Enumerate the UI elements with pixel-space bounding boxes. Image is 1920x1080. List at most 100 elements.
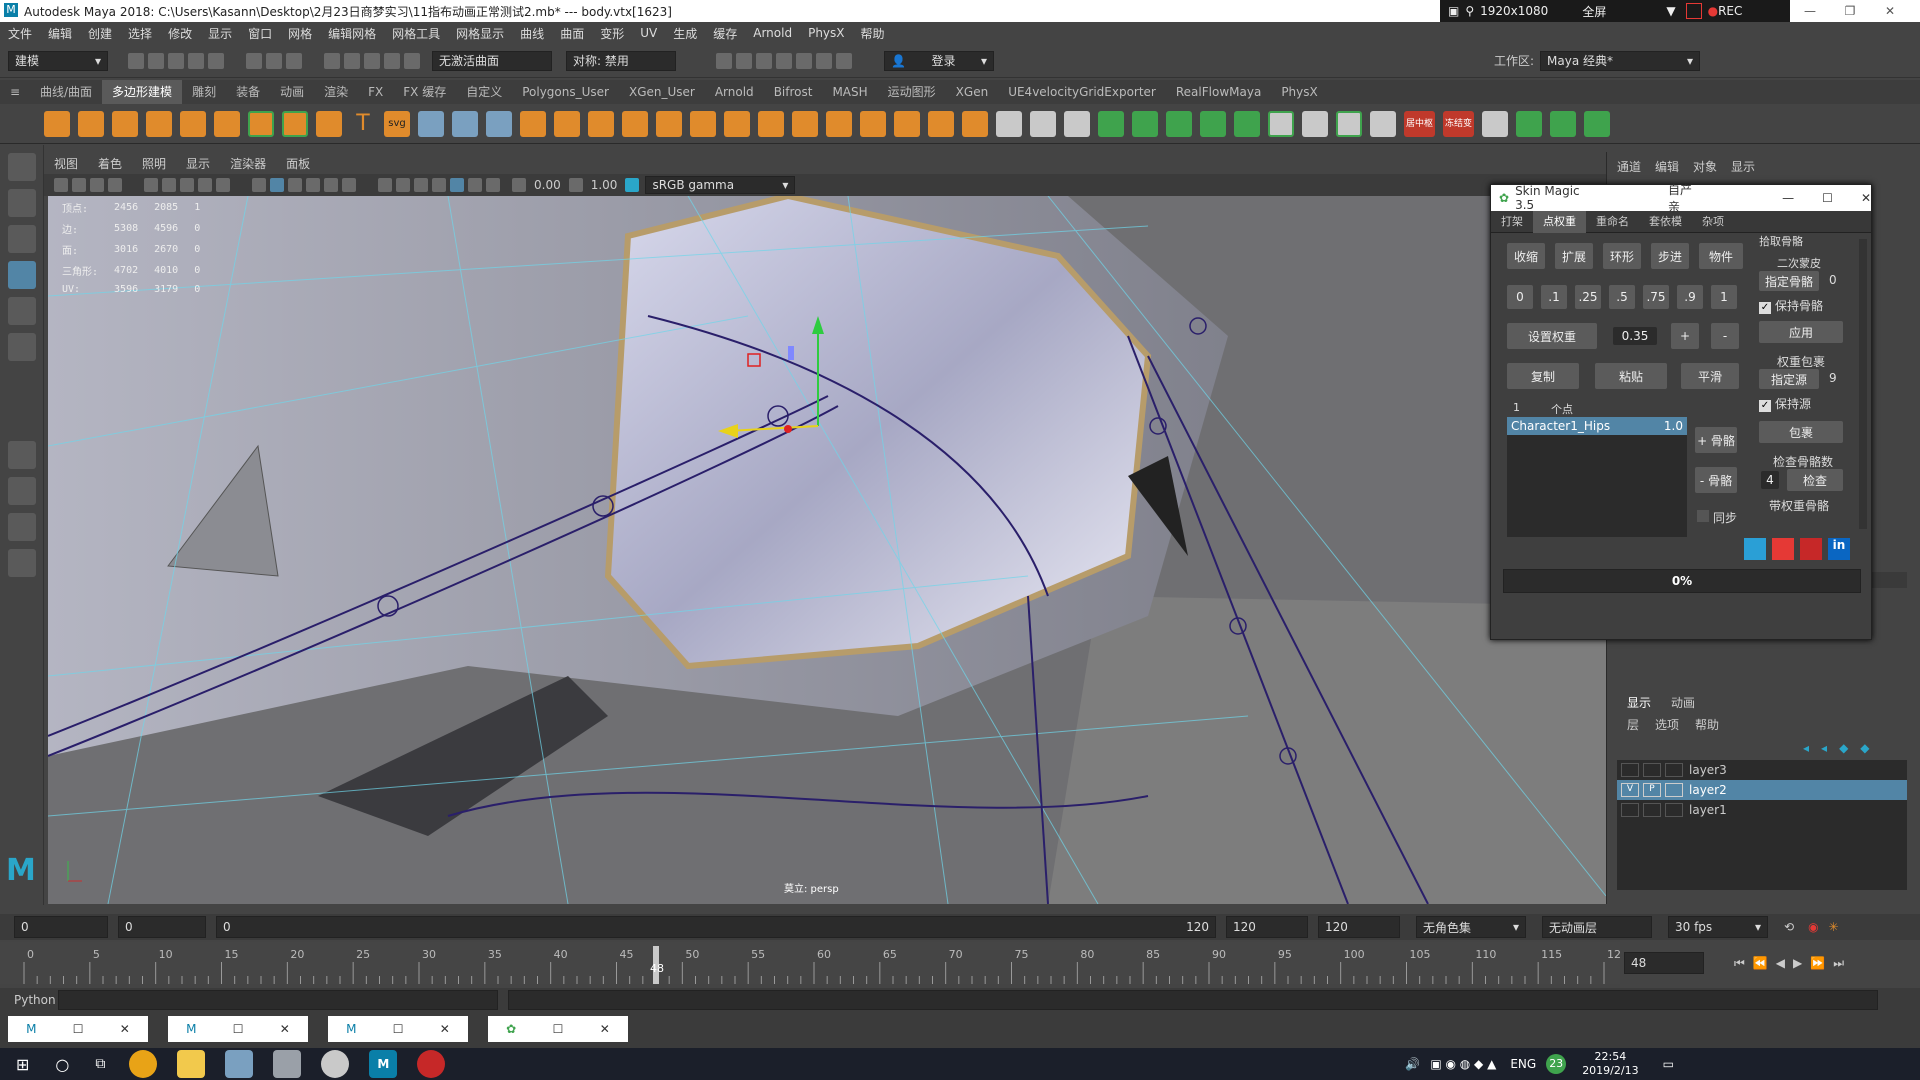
- restore-icon[interactable]: ☐: [73, 1022, 84, 1036]
- knife-icon[interactable]: [1064, 110, 1090, 137]
- super-shape-icon[interactable]: [316, 110, 342, 137]
- shadows-icon[interactable]: [378, 178, 392, 192]
- skin-magic-titlebar[interactable]: ✿ Skin Magic 3.5 自产亲 — ☐ ✕: [1491, 183, 1871, 214]
- snap-view-icon[interactable]: [384, 52, 400, 69]
- viewport-persp[interactable]: 顶点: 2456 2085 1 边: 5308 4596 0 面: 3016 2670 0 三角形…: [48, 196, 1606, 904]
- bridge-icon[interactable]: [826, 110, 852, 137]
- gamma-icon[interactable]: [568, 178, 583, 192]
- task-view-icon[interactable]: ⧉: [95, 1056, 105, 1072]
- weight-01-button[interactable]: .1: [1541, 285, 1567, 309]
- rotate-tool-icon[interactable]: [7, 297, 36, 325]
- save-scene-icon[interactable]: [168, 52, 184, 69]
- current-frame-field[interactable]: 48: [1624, 952, 1704, 974]
- joint-icon[interactable]: [1302, 110, 1328, 137]
- default-material-icon[interactable]: [288, 178, 302, 192]
- backface-icon[interactable]: [486, 178, 500, 192]
- bookmark-icon[interactable]: [90, 178, 104, 192]
- weighted-bones-label[interactable]: 带权重骨骼: [1769, 497, 1829, 514]
- playback-start-field[interactable]: 0: [118, 916, 206, 938]
- center-pivot-button[interactable]: 居中枢: [1404, 110, 1436, 137]
- menu-item[interactable]: 帮助: [853, 25, 893, 42]
- xray-joints-icon[interactable]: [468, 178, 482, 192]
- snap-grid-icon[interactable]: [324, 52, 340, 69]
- color-management-icon[interactable]: [625, 178, 640, 192]
- snap-point-icon[interactable]: [364, 52, 380, 69]
- shelf-tab[interactable]: 自定义: [456, 80, 512, 104]
- restore-icon[interactable]: ❐: [1830, 4, 1870, 18]
- redo-icon[interactable]: [208, 52, 224, 69]
- minimize-icon[interactable]: —: [1790, 4, 1830, 18]
- anim-prefs-icon[interactable]: ✳: [1829, 920, 1839, 934]
- anim-end-field[interactable]: 120: [1318, 916, 1400, 938]
- loop-icon[interactable]: ⟲: [1784, 920, 1794, 934]
- set-weight-button[interactable]: 设置权重: [1507, 323, 1597, 349]
- record-area-icon[interactable]: [1685, 3, 1702, 19]
- auto-key-icon[interactable]: ◉: [1808, 920, 1818, 934]
- bilibili-icon[interactable]: [1744, 538, 1766, 560]
- tray-icons[interactable]: ▣ ◉ ◍ ◆ ▲: [1430, 1057, 1496, 1071]
- freeze-transform-button[interactable]: 冻结变: [1443, 110, 1475, 137]
- smooth-icon[interactable]: [622, 110, 648, 137]
- keep-bone-checkbox[interactable]: ✓ 保持骨骼: [1759, 297, 1823, 314]
- layer-row-selected[interactable]: V P layer2: [1617, 780, 1907, 800]
- minimized-window[interactable]: M ☐ ✕: [8, 1016, 148, 1042]
- menu-item[interactable]: 修改: [160, 25, 200, 42]
- shelf-tab-active[interactable]: 多边形建模: [102, 80, 183, 104]
- weight-09-button[interactable]: .9: [1677, 285, 1703, 309]
- select-component-icon[interactable]: [286, 52, 302, 69]
- xray-icon[interactable]: [450, 178, 464, 192]
- menu-item[interactable]: 文件: [0, 25, 40, 42]
- tab-animation[interactable]: 动画: [1671, 694, 1695, 711]
- shrink-button[interactable]: 收缩: [1507, 243, 1545, 269]
- uv-icon[interactable]: [452, 110, 478, 137]
- select-hierarchy-icon[interactable]: [246, 52, 262, 69]
- four-view-icon[interactable]: [7, 477, 36, 505]
- layer-color-swatch[interactable]: [1665, 763, 1683, 777]
- snap-curve-icon[interactable]: [344, 52, 360, 69]
- close-icon[interactable]: ✕: [1861, 191, 1871, 205]
- shelf-tab[interactable]: 运动图形: [878, 80, 946, 104]
- move-layer-down-icon[interactable]: ◂: [1821, 741, 1827, 755]
- check-button[interactable]: 检查: [1787, 469, 1843, 491]
- tab-show[interactable]: 显示: [1731, 158, 1755, 175]
- play-icon[interactable]: ▶: [1793, 956, 1802, 970]
- shelf-tab[interactable]: Bifrost: [764, 80, 823, 104]
- auto-uv-icon[interactable]: [1200, 110, 1226, 137]
- gate-mask-icon[interactable]: [198, 178, 212, 192]
- planar-uv-icon[interactable]: [1098, 110, 1124, 137]
- assign-bone-button[interactable]: 指定骨骼: [1759, 271, 1819, 291]
- minimized-window[interactable]: ✿ ☐ ✕: [488, 1016, 628, 1042]
- keep-source-checkbox[interactable]: ✓ 保持源: [1759, 395, 1811, 412]
- youtube-icon[interactable]: [1772, 538, 1794, 560]
- tab-rig[interactable]: 套依模: [1639, 211, 1692, 233]
- paint-select-icon[interactable]: [7, 225, 36, 253]
- ipr-render-icon[interactable]: [756, 52, 772, 69]
- motion-blur-icon[interactable]: [414, 178, 428, 192]
- step-back-icon[interactable]: ◀: [1776, 956, 1785, 970]
- recorder-taskbar-icon[interactable]: [417, 1050, 446, 1078]
- restore-icon[interactable]: ☐: [233, 1022, 244, 1036]
- menu-item[interactable]: 编辑网格: [320, 25, 384, 42]
- outliner-icon[interactable]: [7, 549, 36, 577]
- poly-torus-icon[interactable]: [180, 110, 206, 137]
- lasso-tool-icon[interactable]: [7, 189, 36, 217]
- edge-loop-icon[interactable]: [1030, 110, 1056, 137]
- windows-start-icon[interactable]: ⊞: [16, 1055, 29, 1074]
- uv-editor-icon[interactable]: [1268, 110, 1294, 137]
- close-icon[interactable]: ✕: [280, 1022, 290, 1036]
- shelf-tab[interactable]: XGen_User: [619, 80, 705, 104]
- plugin-icon-3[interactable]: [1584, 110, 1611, 137]
- isolate-select-icon[interactable]: [432, 178, 446, 192]
- tab-misc[interactable]: 杂项: [1692, 211, 1734, 233]
- decrease-weight-button[interactable]: -: [1711, 323, 1739, 349]
- step-back-key-icon[interactable]: ⏪: [1753, 956, 1768, 970]
- pause-icon[interactable]: [836, 52, 852, 69]
- menu-item[interactable]: 生成: [665, 25, 705, 42]
- shelf-tab[interactable]: 雕刻: [182, 80, 226, 104]
- layer-name[interactable]: layer1: [1689, 803, 1727, 817]
- weight-05-button[interactable]: .5: [1609, 285, 1635, 309]
- multi-cut-icon[interactable]: [996, 110, 1022, 137]
- character-set-select[interactable]: 无角色集 ▾: [1416, 916, 1526, 938]
- weight-1-button[interactable]: 1: [1711, 285, 1737, 309]
- layer-row[interactable]: layer1: [1617, 800, 1907, 820]
